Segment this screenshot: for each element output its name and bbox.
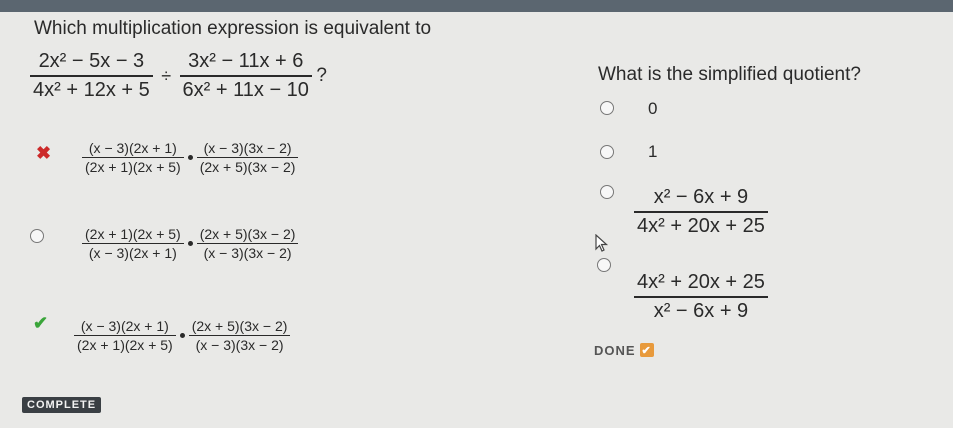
radio-icon[interactable] <box>600 101 614 115</box>
right-option-3[interactable]: 4x² + 20x + 25 x² − 6x + 9 <box>634 271 768 323</box>
done-button[interactable]: DONE ✔ <box>592 341 656 359</box>
radio-icon[interactable] <box>30 229 44 243</box>
multiply-dot <box>187 155 193 160</box>
left-option-a[interactable]: (x − 3)(2x + 1) (2x + 1)(2x + 5) (x − 3)… <box>82 140 299 175</box>
left-question-expression: 2x² − 5x − 3 4x² + 12x + 5 ÷ 3x² − 11x +… <box>30 50 327 102</box>
radio-icon[interactable] <box>597 258 611 272</box>
radio-icon[interactable] <box>600 185 614 199</box>
divisor-denominator: 6x² + 11x − 10 <box>182 79 309 101</box>
left-option-b[interactable]: (2x + 1)(2x + 5) (x − 3)(2x + 1) (2x + 5… <box>82 226 299 261</box>
x-mark-icon: ✖ <box>36 143 52 163</box>
right-option-2[interactable]: x² − 6x + 9 4x² + 20x + 25 <box>634 186 768 238</box>
check-mark-icon: ✔ <box>33 313 49 333</box>
right-option-1[interactable]: 1 <box>648 142 657 162</box>
multiply-dot <box>179 333 185 338</box>
question-mark: ? <box>316 65 327 86</box>
dividend-fraction: 2x² − 5x − 3 4x² + 12x + 5 <box>30 50 153 102</box>
left-option-c[interactable]: (x − 3)(2x + 1) (2x + 1)(2x + 5) (2x + 5… <box>74 318 291 353</box>
multiply-dot <box>187 241 193 246</box>
dividend-denominator: 4x² + 12x + 5 <box>33 79 150 101</box>
top-bar <box>0 0 953 12</box>
divisor-numerator: 3x² − 11x + 6 <box>188 50 304 72</box>
complete-badge: COMPLETE <box>22 397 102 413</box>
mouse-pointer-icon <box>594 233 610 257</box>
right-option-0[interactable]: 0 <box>648 99 657 119</box>
left-question-prompt: Which multiplication expression is equiv… <box>34 18 432 39</box>
right-question-prompt: What is the simplified quotient? <box>598 64 861 85</box>
dividend-numerator: 2x² − 5x − 3 <box>38 50 145 72</box>
division-sign: ÷ <box>161 65 172 86</box>
divisor-fraction: 3x² − 11x + 6 6x² + 11x − 10 <box>179 50 312 102</box>
check-mark-icon: ✔ <box>639 343 654 357</box>
done-label: DONE <box>594 342 636 358</box>
radio-icon[interactable] <box>600 145 614 159</box>
